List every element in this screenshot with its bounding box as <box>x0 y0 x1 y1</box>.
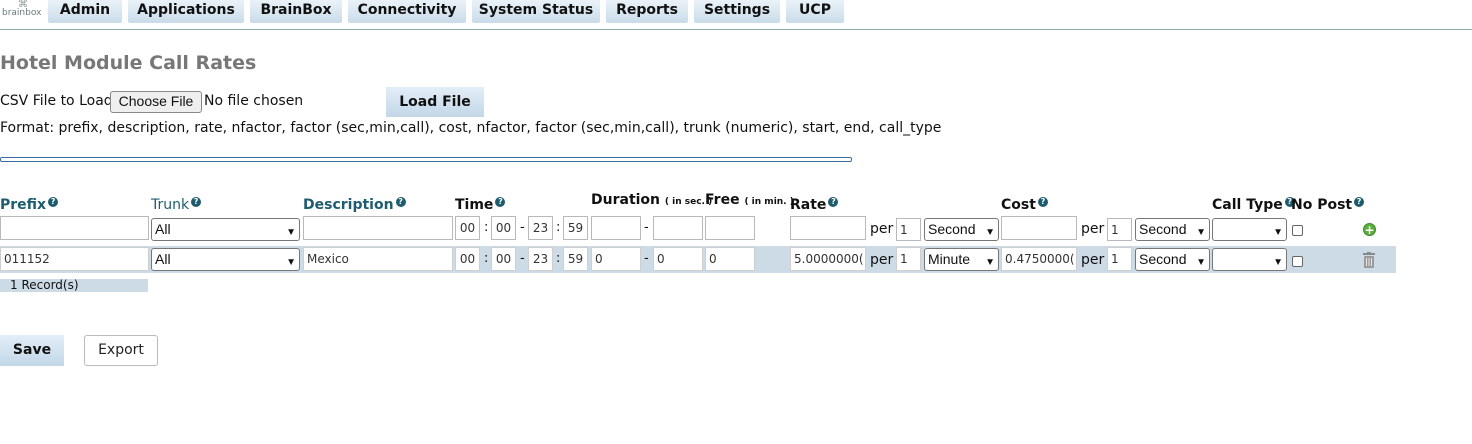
header-no-post: No Post? <box>1291 197 1365 213</box>
rate-per-input[interactable]: 1 <box>896 218 921 241</box>
duration-from-input[interactable] <box>591 216 641 240</box>
rate-filter-input[interactable] <box>790 216 866 240</box>
export-button[interactable]: Export <box>84 335 158 366</box>
prefix-input[interactable]: 011152 <box>0 247 149 271</box>
duration-dash: - <box>644 220 649 235</box>
no-post-checkbox[interactable] <box>1292 256 1303 267</box>
header-trunk: Trunk? <box>151 197 202 213</box>
end-minute-input[interactable]: 59 <box>563 216 588 240</box>
page-title: Hotel Module Call Rates <box>0 52 257 74</box>
chevron-down-icon: ▼ <box>1273 257 1283 268</box>
header-time: Time? <box>455 197 506 213</box>
cost-unit-select[interactable]: Second ▼ <box>1135 218 1210 241</box>
per-label: per <box>870 221 894 237</box>
cost-per-input[interactable]: 1 <box>1107 247 1132 271</box>
start-minute-input[interactable]: 00 <box>491 247 516 271</box>
help-icon[interactable]: ? <box>1037 197 1048 207</box>
free-minutes-input[interactable] <box>705 216 755 240</box>
file-status-text: No file chosen <box>204 93 304 109</box>
header-free: Free ( in min. ) <box>705 192 794 208</box>
per-label: per <box>1081 252 1105 268</box>
end-minute-input[interactable]: 59 <box>563 247 588 271</box>
rate-unit-select[interactable]: Minute ▼ <box>924 248 999 271</box>
load-file-button[interactable]: Load File <box>386 87 484 117</box>
description-input[interactable]: Mexico <box>303 247 453 271</box>
header-description: Description? <box>303 197 406 213</box>
chevron-down-icon: ▼ <box>286 257 296 268</box>
no-post-checkbox[interactable] <box>1292 225 1303 236</box>
tab-ucp[interactable]: UCP <box>786 0 844 23</box>
header-rate: Rate? <box>790 197 839 213</box>
duration-to-input[interactable]: 0 <box>653 247 703 271</box>
time-dash: - <box>520 220 525 235</box>
cost-unit-select[interactable]: Second ▼ <box>1135 248 1210 271</box>
chevron-down-icon: ▼ <box>286 227 296 238</box>
chevron-down-icon: ▼ <box>1196 227 1206 238</box>
trunk-select[interactable]: All ▼ <box>151 248 300 271</box>
header-call-type: Call Type? <box>1212 197 1295 213</box>
format-help-text: Format: prefix, description, rate, nfact… <box>0 120 942 136</box>
rate-input[interactable]: 5.0000000( <box>790 247 866 271</box>
tab-system-status[interactable]: System Status <box>472 0 600 23</box>
start-hour-input[interactable]: 00 <box>455 216 480 240</box>
header-cost: Cost? <box>1001 197 1048 213</box>
per-label: per <box>870 252 894 268</box>
cost-per-input[interactable]: 1 <box>1107 218 1132 241</box>
trunk-filter-select[interactable]: All ▼ <box>151 218 300 241</box>
tab-applications[interactable]: Applications <box>128 0 244 23</box>
call-type-select[interactable]: ▼ <box>1212 248 1287 271</box>
time-colon: : <box>484 251 489 266</box>
trash-icon-glyph <box>1363 252 1375 268</box>
help-icon[interactable]: ? <box>395 197 406 207</box>
help-icon[interactable]: ? <box>495 197 506 207</box>
divider <box>0 157 852 162</box>
call-type-filter-select[interactable]: ▼ <box>1212 218 1287 241</box>
brainbox-logo[interactable]: ⌘ brainbox <box>2 0 44 24</box>
tab-reports[interactable]: Reports <box>606 0 688 23</box>
time-colon: : <box>556 251 561 266</box>
prefix-filter-input[interactable] <box>0 216 149 240</box>
chevron-down-icon: ▼ <box>1196 257 1206 268</box>
end-hour-input[interactable]: 23 <box>528 216 553 240</box>
tab-brainbox[interactable]: BrainBox <box>250 0 342 23</box>
duration-dash: - <box>644 251 649 266</box>
time-dash: - <box>520 251 525 266</box>
chevron-down-icon: ▼ <box>985 257 995 268</box>
save-button[interactable]: Save <box>0 335 64 366</box>
rate-unit-select[interactable]: Second ▼ <box>924 218 999 241</box>
time-colon: : <box>556 220 561 235</box>
tab-admin[interactable]: Admin <box>48 0 122 23</box>
per-label: per <box>1081 221 1105 237</box>
description-filter-input[interactable] <box>303 216 453 240</box>
top-nav: ⌘ brainbox Admin Applications BrainBox C… <box>0 0 1472 30</box>
add-circle-icon[interactable]: + <box>1363 223 1376 236</box>
header-duration: Duration ( in sec. ) <box>591 192 713 208</box>
time-colon: : <box>484 220 489 235</box>
header-prefix: Prefix? <box>0 197 59 213</box>
cost-filter-input[interactable] <box>1001 216 1077 240</box>
free-minutes-input[interactable]: 0 <box>705 247 755 271</box>
chevron-down-icon: ▼ <box>985 227 995 238</box>
rate-per-input[interactable]: 1 <box>896 247 921 271</box>
help-icon[interactable]: ? <box>1354 197 1365 207</box>
start-minute-input[interactable]: 00 <box>491 216 516 240</box>
tab-settings[interactable]: Settings <box>694 0 780 23</box>
duration-from-input[interactable]: 0 <box>591 247 641 271</box>
choose-file-button[interactable]: Choose File <box>110 91 202 113</box>
start-hour-input[interactable]: 00 <box>455 247 480 271</box>
help-icon[interactable]: ? <box>48 197 59 207</box>
trash-icon[interactable] <box>1363 252 1375 268</box>
chevron-down-icon: ▼ <box>1273 227 1283 238</box>
help-icon[interactable]: ? <box>828 197 839 207</box>
help-icon[interactable]: ? <box>191 197 202 207</box>
end-hour-input[interactable]: 23 <box>528 247 553 271</box>
duration-to-input[interactable] <box>653 216 703 240</box>
tab-connectivity[interactable]: Connectivity <box>348 0 466 23</box>
cost-input[interactable]: 0.4750000( <box>1001 247 1077 271</box>
csv-file-label: CSV File to Load: <box>0 93 118 109</box>
record-count: 1 Record(s) <box>0 279 148 292</box>
